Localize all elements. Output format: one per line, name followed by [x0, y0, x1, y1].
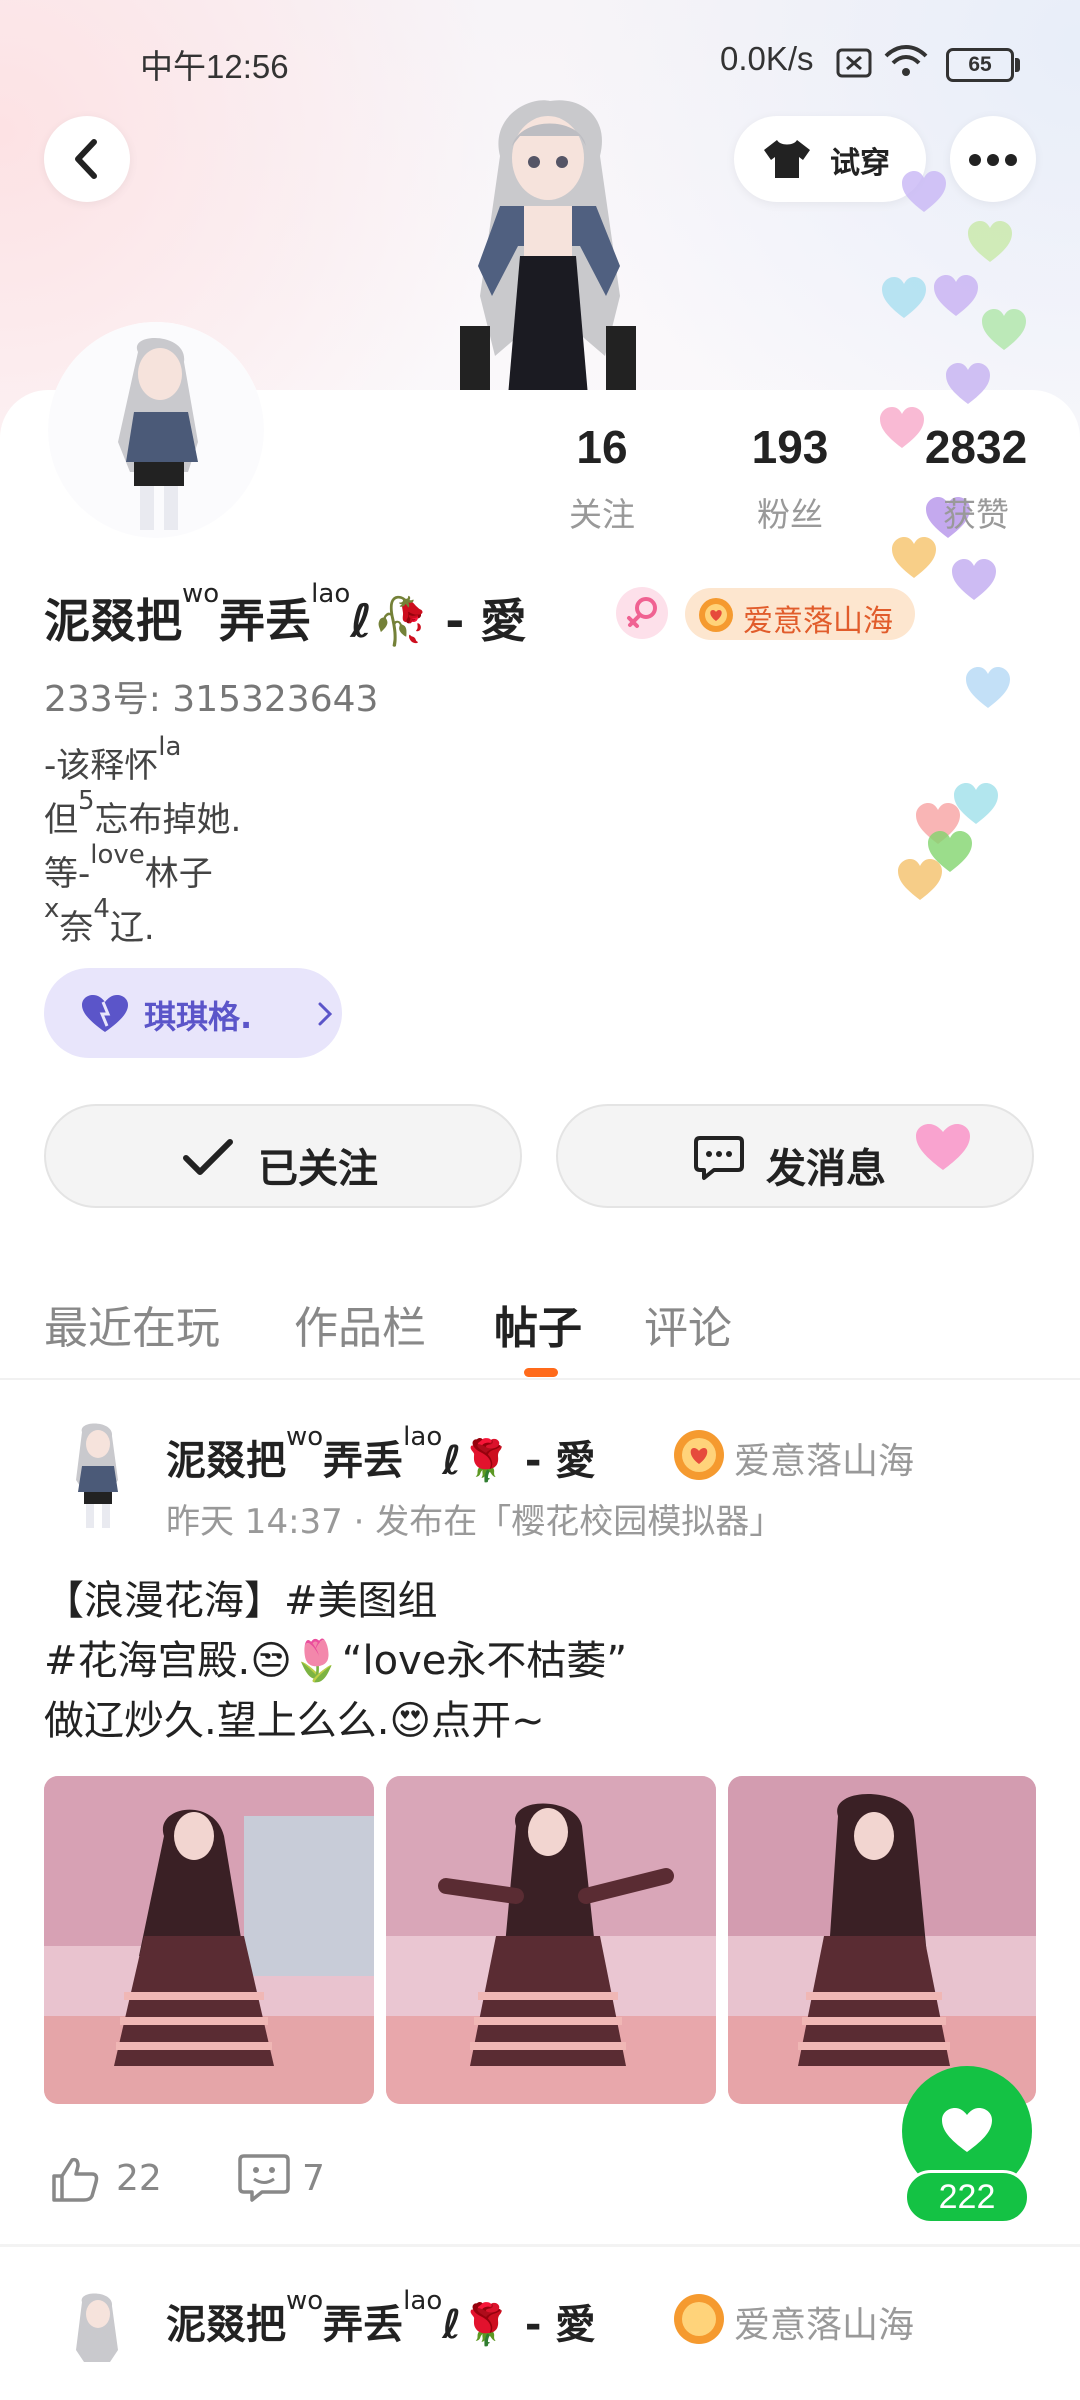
post-text-line: 【浪漫花海】#美图组	[44, 1578, 438, 1624]
likes-received-label: 获赞	[943, 495, 1009, 534]
tab-works[interactable]: 作品栏	[294, 1292, 426, 1356]
post-author-avatar[interactable]	[58, 1420, 140, 1530]
post-text-line: 做辽炒久.望上么么.😍点开~	[44, 1698, 545, 1744]
character-figure	[460, 100, 636, 396]
likes-received-count[interactable]: 2832	[876, 420, 1076, 474]
post-image[interactable]	[386, 1776, 716, 2104]
level-badge[interactable]: 爱意落山海	[685, 588, 915, 640]
follow-button[interactable]: 已关注	[44, 1104, 522, 1208]
try-on-label: 试穿	[830, 146, 890, 181]
level-badge-label: 爱意落山海	[743, 604, 893, 639]
floating-heart-icon	[882, 277, 926, 318]
post-author-badge: 爱意落山海	[734, 2305, 915, 2346]
bio-line: 等-love林子	[44, 840, 213, 894]
more-dots-icon	[969, 154, 1017, 166]
back-arrow-icon	[75, 139, 97, 179]
tab-posts[interactable]: 帖子	[494, 1292, 582, 1356]
try-on-button[interactable]: 试穿	[734, 116, 926, 202]
gender-badge	[616, 587, 668, 639]
followers-count[interactable]: 193	[690, 420, 890, 474]
post-image[interactable]	[728, 1776, 1036, 2104]
bio-line: x奈4辽.	[44, 894, 155, 948]
check-icon	[183, 1139, 233, 1175]
message-button[interactable]: 发消息	[556, 1104, 1034, 1208]
chevron-right-icon	[318, 1002, 333, 1026]
floating-heart-icon	[902, 171, 946, 212]
wifi-icon	[884, 45, 928, 76]
thumbs-up-icon[interactable]	[50, 2154, 100, 2204]
post-image[interactable]	[44, 1776, 374, 2104]
tab-recently-played[interactable]: 最近在玩	[44, 1292, 220, 1356]
following-count[interactable]: 16	[502, 420, 702, 474]
bio-line: -该释怀la	[44, 732, 182, 786]
user-id: 233号: 315323643	[44, 679, 379, 720]
floating-heart-icon	[898, 859, 942, 900]
badge-medal-icon	[699, 598, 733, 632]
status-time: 中午12:56	[140, 48, 289, 85]
tshirt-icon	[764, 140, 810, 178]
comment-icon[interactable]	[238, 2152, 290, 2204]
battery-indicator: 65	[946, 48, 1020, 82]
followers-label: 粉丝	[757, 495, 823, 534]
heart-icon	[942, 2108, 992, 2152]
floating-heart-icon	[946, 363, 990, 404]
chat-bubble-icon	[694, 1136, 744, 1180]
tabs-divider	[0, 1378, 1080, 1380]
follow-button-label: 已关注	[258, 1146, 378, 1192]
tab-comments[interactable]: 评论	[644, 1292, 732, 1356]
post-author-badge: 爱意落山海	[734, 1441, 915, 1482]
post-comment-count: 7	[302, 2158, 325, 2199]
back-button[interactable]	[44, 116, 130, 202]
message-button-label: 发消息	[766, 1146, 886, 1192]
post-author-avatar[interactable]	[58, 2290, 140, 2400]
floating-heart-icon	[968, 221, 1012, 262]
badge-medal-icon	[674, 1430, 724, 1480]
floating-heart-icon	[892, 537, 936, 578]
floating-heart-icon	[966, 667, 1010, 708]
more-button[interactable]	[950, 116, 1036, 202]
badge-medal-icon	[674, 2294, 724, 2344]
group-chip-label: 琪琪格.	[144, 998, 253, 1036]
female-symbol-icon	[627, 597, 657, 628]
sim-off-icon	[836, 48, 872, 78]
active-tab-indicator	[524, 1368, 558, 1377]
group-chip[interactable]: 琪琪格.	[44, 968, 342, 1058]
like-fab-count: 222	[904, 2170, 1030, 2224]
floating-heart-icon	[934, 275, 978, 316]
post-separator	[0, 2244, 1080, 2247]
following-label: 关注	[569, 495, 635, 534]
pink-heart-icon	[916, 1124, 970, 1170]
avatar-character-image	[48, 322, 264, 538]
post-meta[interactable]: 昨天 14:37 · 发布在「樱花校园模拟器」	[166, 1494, 783, 1543]
profile-name: 泥叕把wo弄丢laoℓ🥀 - 愛	[44, 579, 527, 648]
profile-avatar[interactable]	[48, 322, 264, 538]
floating-heart-icon	[952, 559, 996, 600]
post-author-name[interactable]: 泥叕把wo弄丢laoℓ🌹 - 愛	[166, 1422, 595, 1486]
floating-heart-icon	[982, 309, 1026, 350]
post-like-count: 22	[116, 2158, 162, 2199]
bio-line: 但5忘布掉她.	[44, 786, 242, 840]
post-author-name[interactable]: 泥叕把wo弄丢laoℓ🌹 - 愛	[166, 2286, 595, 2350]
status-net-speed: 0.0K/s	[720, 40, 814, 77]
purple-heart-icon	[82, 995, 128, 1032]
post-text-line: #花海宫殿.😒🌷“love永不枯萎”	[44, 1638, 628, 1684]
